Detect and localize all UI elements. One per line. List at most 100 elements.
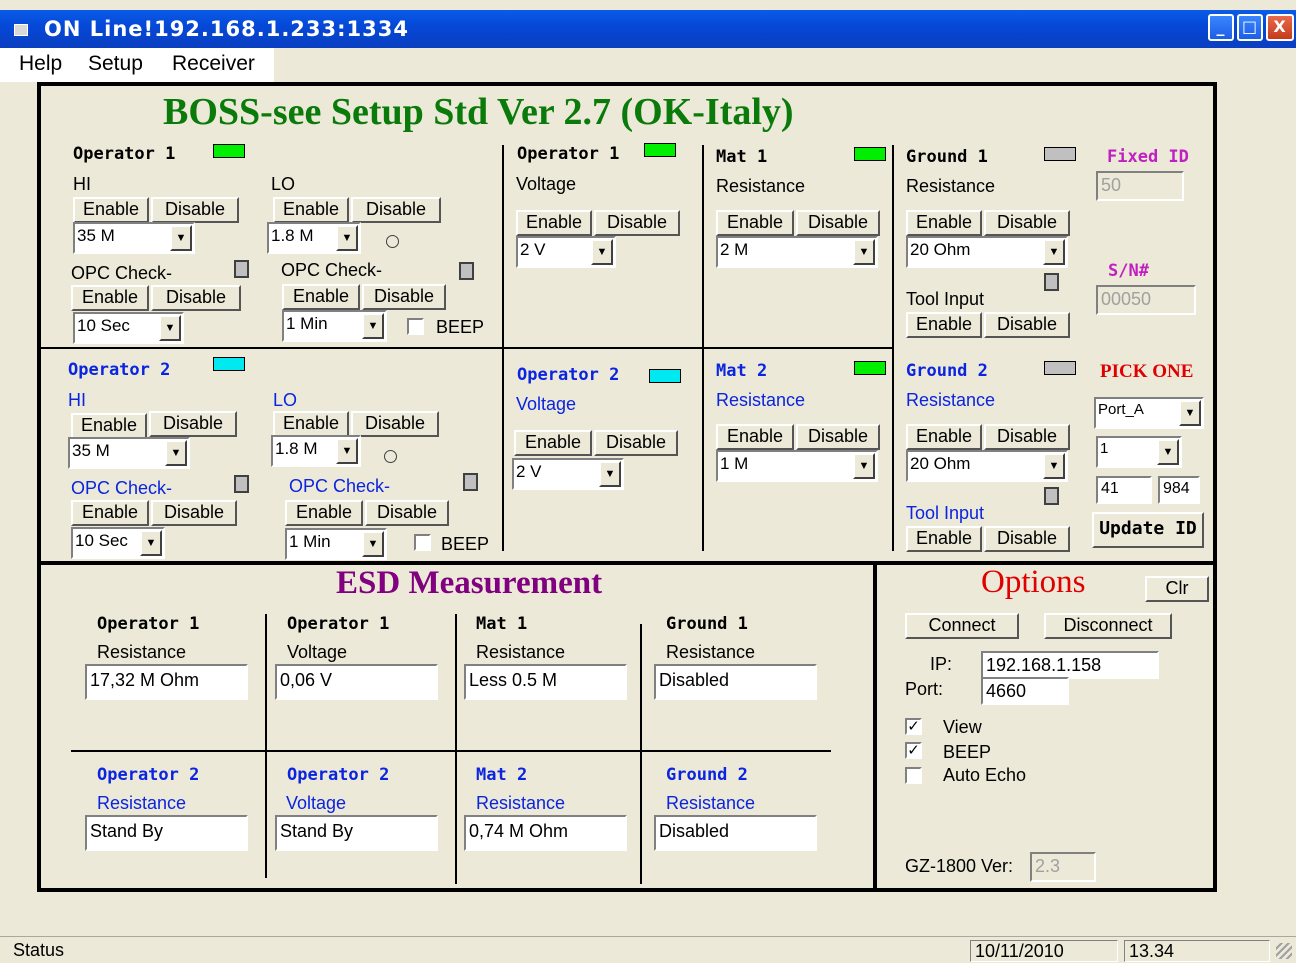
op1-hi-enable-button[interactable]: Enable [73,197,149,223]
op2-lo-select[interactable]: 1.8 M ▼ [271,435,361,467]
chevron-down-icon[interactable]: ▼ [591,239,613,265]
op1-opc-hi-select[interactable]: 10 Sec ▼ [73,312,184,344]
chevron-down-icon[interactable]: ▼ [140,530,162,556]
op1-hi-select[interactable]: 35 M ▼ [73,222,195,254]
op1-lo-enable-button[interactable]: Enable [273,197,349,223]
chevron-down-icon[interactable]: ▼ [159,315,181,341]
chevron-down-icon[interactable]: ▼ [362,313,384,339]
op1-beep-checkbox[interactable] [407,318,424,335]
resize-grip-icon[interactable] [1276,943,1292,959]
mat1-disable-button[interactable]: Disable [796,210,880,236]
mat1-enable-button[interactable]: Enable [716,210,794,236]
chevron-down-icon[interactable]: ▼ [1043,453,1065,479]
chevron-down-icon[interactable]: ▼ [1179,400,1201,426]
op2-beep-label: BEEP [441,534,490,554]
menu-help[interactable]: Help [19,52,62,76]
esd-op1r-name: Operator 1 [97,614,200,634]
op1v-select[interactable]: 2 V ▼ [516,236,616,268]
op1-opc-lo-select[interactable]: 1 Min ▼ [282,310,387,342]
disconnect-button[interactable]: Disconnect [1044,613,1172,639]
op2-opc-hi-select[interactable]: 10 Sec ▼ [71,527,165,559]
clr-button[interactable]: Clr [1145,576,1209,602]
gnd1-tool-enable-button[interactable]: Enable [906,312,982,338]
gnd1-enable-button[interactable]: Enable [906,210,982,236]
chevron-down-icon[interactable]: ▼ [336,438,358,464]
gnd2-disable-button[interactable]: Disable [984,424,1070,450]
op1-opc-lo-enable-button[interactable]: Enable [282,284,360,310]
pick-b-field[interactable]: 984 [1158,476,1200,504]
pick-a-field[interactable]: 41 [1096,476,1152,504]
chevron-down-icon[interactable]: ▼ [165,440,187,466]
chevron-down-icon[interactable]: ▼ [599,461,621,487]
op2-lo-enable-button[interactable]: Enable [273,411,349,437]
gnd2-tool-disable-button[interactable]: Disable [984,526,1070,552]
esd-mat1-label: Resistance [476,642,566,662]
mat2-enable-button[interactable]: Enable [716,424,794,450]
op1-opc-hi-enable-button[interactable]: Enable [71,285,149,311]
chevron-down-icon[interactable]: ▼ [362,531,384,557]
ip-field[interactable]: 192.168.1.158 [981,651,1159,679]
port-field[interactable]: 4660 [981,677,1069,705]
op2v-disable-button[interactable]: Disable [594,430,678,456]
select-value: 20 Ohm [910,240,971,259]
select-value: 10 Sec [77,316,130,335]
op2-opc-lo-enable-button[interactable]: Enable [285,500,363,526]
op2v-enable-button[interactable]: Enable [514,430,592,456]
minimize-button[interactable]: _ [1208,14,1234,41]
gnd2-select[interactable]: 20 Ohm ▼ [906,450,1068,482]
gnd1-tool-disable-button[interactable]: Disable [984,312,1070,338]
esd-mat2-value: 0,74 M Ohm [464,815,627,851]
select-value: 1 Min [289,532,331,551]
op2-opc-hi-disable-button[interactable]: Disable [151,500,237,526]
menu-setup[interactable]: Setup [88,52,143,76]
chevron-down-icon[interactable]: ▼ [1157,439,1179,465]
op2v-select[interactable]: 2 V ▼ [512,458,624,490]
op2-lo-disable-button[interactable]: Disable [351,411,439,437]
op1v-disable-button[interactable]: Disable [594,210,680,236]
op2-hi-select[interactable]: 35 M ▼ [68,437,190,469]
update-id-button[interactable]: Update ID [1092,512,1204,548]
gnd1-disable-button[interactable]: Disable [984,210,1070,236]
op1-opc-lo-disable-button[interactable]: Disable [362,284,446,310]
mat1-led [854,147,886,161]
op1-lo-select[interactable]: 1.8 M ▼ [267,222,361,254]
op1-hi-disable-button[interactable]: Disable [151,197,239,223]
op2-hi-enable-button[interactable]: Enable [71,413,147,439]
chevron-down-icon[interactable]: ▼ [170,225,192,251]
title-bar[interactable]: ON Line!192.168.1.233:1334 _ □ X [0,10,1296,48]
chevron-down-icon[interactable]: ▼ [853,453,875,479]
gnd2-enable-button[interactable]: Enable [906,424,982,450]
op1-lo-disable-button[interactable]: Disable [351,197,441,223]
gnd1-select[interactable]: 20 Ohm ▼ [906,236,1068,268]
chevron-down-icon[interactable]: ▼ [853,239,875,265]
view-checkbox[interactable]: ✓ [905,718,922,735]
connect-button[interactable]: Connect [905,613,1019,639]
beep-checkbox[interactable]: ✓ [905,742,922,759]
port-select[interactable]: Port_A ▼ [1094,397,1204,429]
op1v-enable-button[interactable]: Enable [516,210,592,236]
op2-hi-label: HI [68,390,86,410]
op2-opc-hi-enable-button[interactable]: Enable [71,500,149,526]
op1-radio[interactable] [386,235,399,248]
mat1-select[interactable]: 2 M ▼ [716,236,878,268]
esd-title: ESD Measurement [336,565,603,601]
chevron-down-icon[interactable]: ▼ [1043,239,1065,265]
menu-receiver[interactable]: Receiver [172,52,255,76]
op2-radio[interactable] [384,450,397,463]
op2-opc-lo-disable-button[interactable]: Disable [365,500,449,526]
mat2-select[interactable]: 1 M ▼ [716,450,878,482]
op2-hi-disable-button[interactable]: Disable [149,411,237,437]
auto-echo-checkbox[interactable] [905,767,922,784]
gnd2-tool-enable-button[interactable]: Enable [906,526,982,552]
op2-beep-checkbox[interactable] [414,534,431,551]
chevron-down-icon[interactable]: ▼ [336,225,358,251]
mat2-disable-button[interactable]: Disable [796,424,880,450]
pick-num-select[interactable]: 1 ▼ [1096,436,1182,468]
esd-op1r-label: Resistance [97,642,187,662]
op2-opc-lo-select[interactable]: 1 Min ▼ [285,528,387,560]
sn-field[interactable]: 00050 [1096,285,1196,315]
op1-opc-hi-disable-button[interactable]: Disable [151,285,241,311]
fixed-id-field[interactable]: 50 [1096,171,1184,201]
close-button[interactable]: X [1266,14,1294,41]
maximize-button[interactable]: □ [1237,14,1263,41]
